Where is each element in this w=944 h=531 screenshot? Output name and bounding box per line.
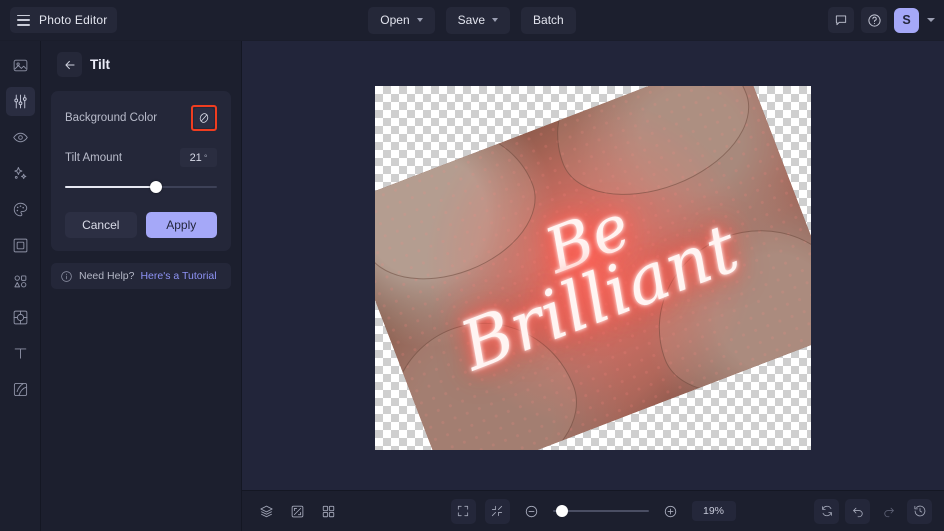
background-color-row: Background Color — [65, 105, 217, 131]
sidebar-item-enhance-tool[interactable] — [6, 159, 35, 188]
zoom-in-button[interactable] — [658, 499, 683, 524]
reset-icon — [820, 504, 834, 518]
sidebar-item-effects-tool[interactable] — [6, 123, 35, 152]
save-button[interactable]: Save — [446, 7, 510, 34]
undo-icon — [851, 504, 865, 518]
sidebar-item-text-tool[interactable] — [6, 339, 35, 368]
sparkles-icon — [12, 165, 29, 182]
plus-circle-icon — [663, 504, 678, 519]
tilt-slider-knob[interactable] — [150, 181, 162, 193]
history-button[interactable] — [907, 499, 932, 524]
batch-button-label: Batch — [533, 13, 564, 27]
cancel-button[interactable]: Cancel — [65, 212, 137, 238]
tilt-amount-value: 21 — [190, 152, 202, 164]
sidebar-item-adjust-tool[interactable] — [6, 87, 35, 116]
tutorial-text: Need Help? — [79, 270, 134, 282]
page-title: Tilt — [90, 57, 110, 72]
shapes-icon — [12, 273, 29, 290]
top-bar: Photo Editor Open Save Batch — [0, 0, 944, 41]
bottom-bar: 19% — [242, 490, 944, 531]
undo-button[interactable] — [845, 499, 870, 524]
chevron-down-icon — [417, 18, 423, 22]
sidebar-item-paint-tool[interactable] — [6, 195, 35, 224]
tool-rail — [0, 41, 41, 531]
chat-bubble-icon — [834, 13, 848, 27]
question-circle-icon — [867, 13, 882, 28]
canvas-stage[interactable]: Be Brilliant — [242, 41, 944, 490]
feedback-button[interactable] — [828, 7, 854, 33]
tilt-amount-unit: ° — [204, 153, 208, 163]
history-icon — [913, 504, 927, 518]
edited-photo[interactable]: Be Brilliant — [375, 86, 811, 450]
chevron-down-icon — [492, 18, 498, 22]
no-color-icon — [197, 111, 211, 125]
eye-icon — [12, 129, 29, 146]
action-buttons: Cancel Apply — [65, 212, 217, 238]
background-color-swatch-button[interactable] — [191, 105, 217, 131]
avatar[interactable]: S — [894, 8, 919, 33]
tilt-slider-fill — [65, 186, 156, 188]
save-button-label: Save — [458, 13, 485, 27]
sidebar-item-mask-tool[interactable] — [6, 303, 35, 332]
help-button[interactable] — [861, 7, 887, 33]
panel-header: Tilt — [41, 41, 241, 77]
open-button[interactable]: Open — [368, 7, 434, 34]
fit-to-screen-button[interactable] — [451, 499, 476, 524]
tilt-amount-row: Tilt Amount 21 ° — [65, 148, 217, 167]
zoom-out-button[interactable] — [519, 499, 544, 524]
account-chevron-down-icon[interactable] — [927, 18, 935, 22]
redo-button[interactable] — [876, 499, 901, 524]
redo-icon — [882, 504, 896, 518]
reset-button[interactable] — [814, 499, 839, 524]
batch-button[interactable]: Batch — [521, 7, 576, 34]
tilt-amount-label: Tilt Amount — [65, 152, 122, 164]
tutorial-link[interactable]: Here's a Tutorial — [140, 270, 216, 282]
top-bar-center-actions: Open Save Batch — [0, 7, 944, 34]
sliders-icon — [12, 93, 29, 110]
zoom-level-input[interactable]: 19% — [692, 501, 736, 521]
frame-icon — [12, 237, 29, 254]
sidebar-item-layers-tool[interactable] — [6, 375, 35, 404]
tilt-amount-input[interactable]: 21 ° — [180, 148, 217, 167]
layers-icon — [12, 381, 29, 398]
sidebar-item-image-tool[interactable] — [6, 51, 35, 80]
sidebar-item-shapes-tool[interactable] — [6, 267, 35, 296]
actual-size-button[interactable] — [485, 499, 510, 524]
panel-back-button[interactable] — [57, 52, 82, 77]
open-button-label: Open — [380, 13, 409, 27]
bottom-bar-history-tools — [814, 499, 932, 524]
image-icon — [12, 57, 29, 74]
sidebar-item-frame-tool[interactable] — [6, 231, 35, 260]
apply-button[interactable]: Apply — [146, 212, 218, 238]
info-circle-icon — [60, 270, 73, 283]
photo-editor-app: Photo Editor Open Save Batch — [0, 0, 944, 531]
background-color-label: Background Color — [65, 112, 157, 124]
expand-frame-icon — [456, 504, 470, 518]
tilt-settings-card: Background Color Tilt Amount 21 ° — [51, 91, 231, 251]
palette-icon — [12, 201, 29, 218]
arrow-left-icon — [63, 58, 77, 72]
top-bar-right-actions: S — [828, 7, 935, 33]
minus-circle-icon — [524, 504, 539, 519]
tilt-amount-slider[interactable] — [65, 180, 217, 194]
tutorial-banner[interactable]: Need Help? Here's a Tutorial — [51, 263, 231, 289]
background-color-swatch — [194, 108, 214, 128]
zoom-slider-knob[interactable] — [556, 505, 568, 517]
text-icon — [12, 345, 29, 362]
mask-icon — [12, 309, 29, 326]
zoom-slider[interactable] — [553, 504, 649, 518]
image-canvas[interactable]: Be Brilliant — [375, 86, 811, 450]
collapse-arrows-icon — [490, 504, 504, 518]
tool-panel: Tilt Background Color Tilt Amount 2 — [41, 41, 242, 531]
neon-sign-text: Be Brilliant — [375, 86, 811, 450]
